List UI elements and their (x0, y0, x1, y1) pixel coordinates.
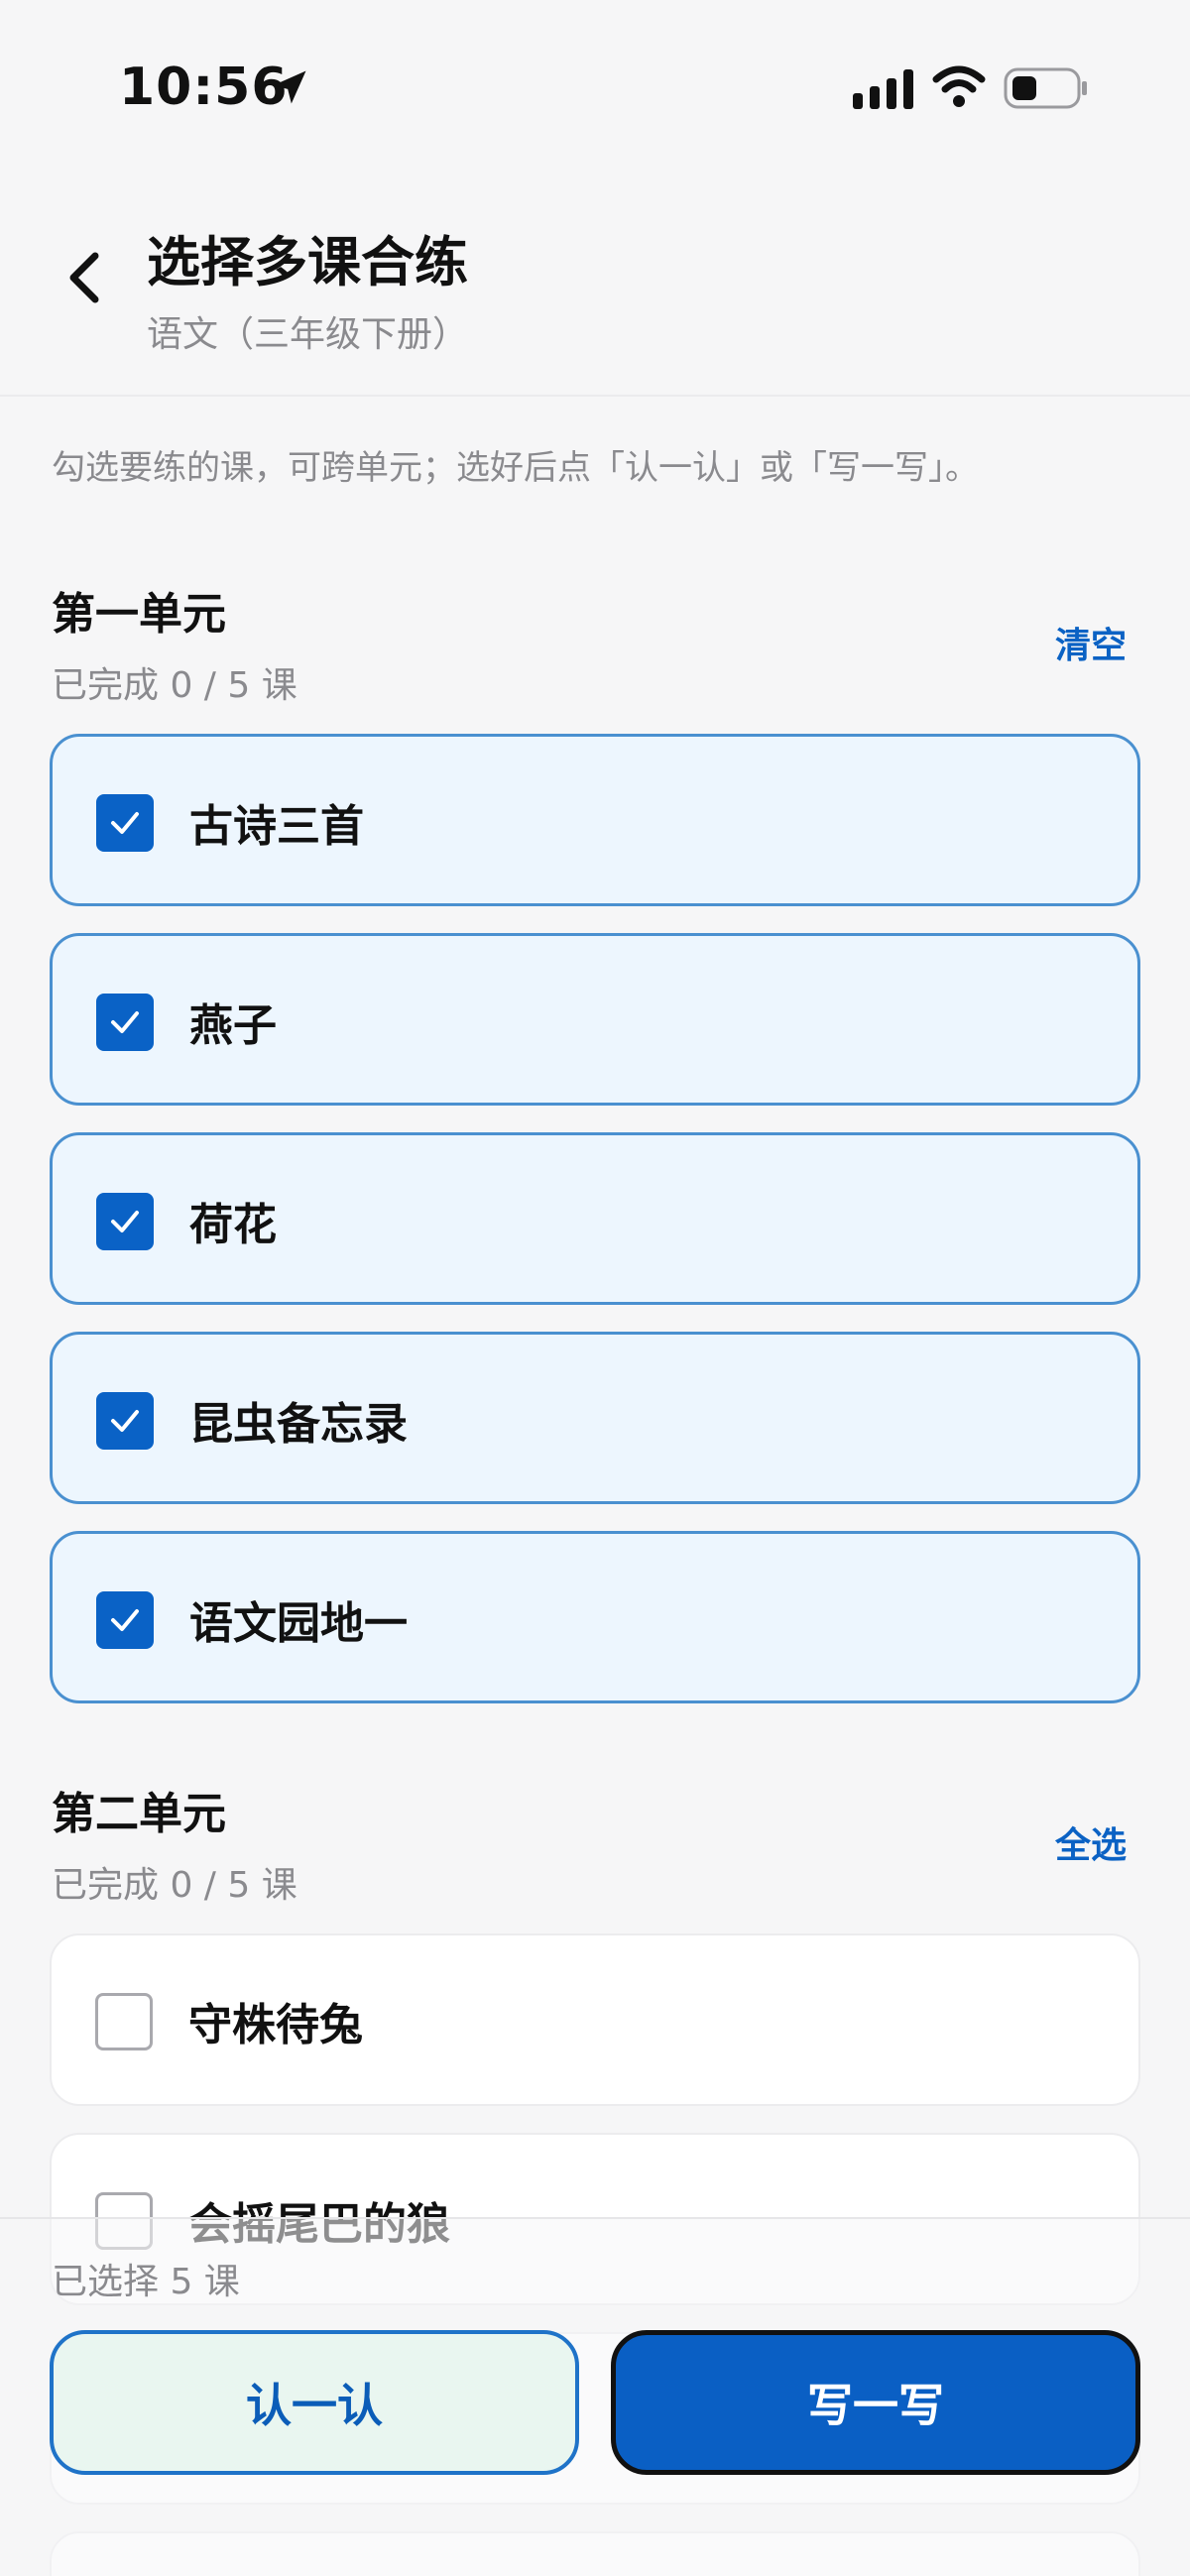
recognize-button[interactable]: 认一认 (50, 2330, 579, 2475)
lesson-label: 守株待兔 (188, 2000, 363, 2050)
lesson-item[interactable]: 古诗三首 (50, 734, 1140, 906)
page-header: 选择多课合练 语文（三年级下册） (0, 149, 1190, 397)
checkmark-icon (111, 1011, 139, 1033)
lesson-checkbox[interactable] (96, 794, 154, 852)
lesson-item[interactable]: 荷花 (50, 1132, 1140, 1305)
lesson-item[interactable]: 燕子 (50, 933, 1140, 1106)
unit-title: 第一单元 (52, 589, 226, 640)
lesson-checkbox[interactable] (96, 1193, 154, 1250)
lesson-label: 昆虫备忘录 (189, 1399, 408, 1450)
lesson-checkbox[interactable] (96, 1591, 154, 1649)
lesson-checkbox[interactable] (96, 1392, 154, 1450)
page-subtitle: 语文（三年级下册） (147, 314, 469, 355)
selected-count: 已选择 5 课 (52, 2262, 240, 2302)
unit-progress: 已完成 0 / 5 课 (52, 1865, 298, 1906)
select-all-button[interactable]: 全选 (1055, 1816, 1127, 1868)
unit-progress: 已完成 0 / 5 课 (52, 665, 298, 706)
unit-title: 第二单元 (52, 1789, 226, 1839)
battery-icon (1004, 67, 1087, 109)
clear-unit-button[interactable]: 清空 (1055, 617, 1127, 668)
wifi-icon (932, 65, 986, 107)
lesson-label: 语文园地一 (189, 1598, 408, 1649)
instruction-hint: 勾选要练的课，可跨单元；选好后点「认一认」或「写一写」。 (52, 448, 979, 488)
write-button[interactable]: 写一写 (611, 2330, 1140, 2475)
back-chevron-icon[interactable] (61, 248, 107, 307)
lesson-item[interactable]: 昆虫备忘录 (50, 1332, 1140, 1504)
bottom-action-bar: 已选择 5 课 认一认 写一写 (0, 2217, 1190, 2576)
lesson-item[interactable]: 语文园地一 (50, 1531, 1140, 1703)
lesson-label: 燕子 (189, 1000, 277, 1051)
checkmark-icon (111, 1410, 139, 1432)
status-bar: 10:56 (0, 0, 1190, 149)
location-arrow-icon (273, 70, 306, 104)
cellular-signal-icon (853, 69, 913, 109)
status-time: 10:56 (119, 58, 289, 117)
checkmark-icon (111, 1211, 139, 1232)
checkmark-icon (111, 812, 139, 834)
lesson-label: 荷花 (189, 1200, 277, 1250)
lesson-checkbox[interactable] (95, 1993, 153, 2050)
lesson-checkbox[interactable] (96, 994, 154, 1051)
lesson-label: 古诗三首 (189, 801, 364, 852)
page-title: 选择多课合练 (147, 231, 468, 293)
checkmark-icon (111, 1609, 139, 1631)
lesson-item[interactable]: 守株待兔 (50, 1933, 1140, 2106)
